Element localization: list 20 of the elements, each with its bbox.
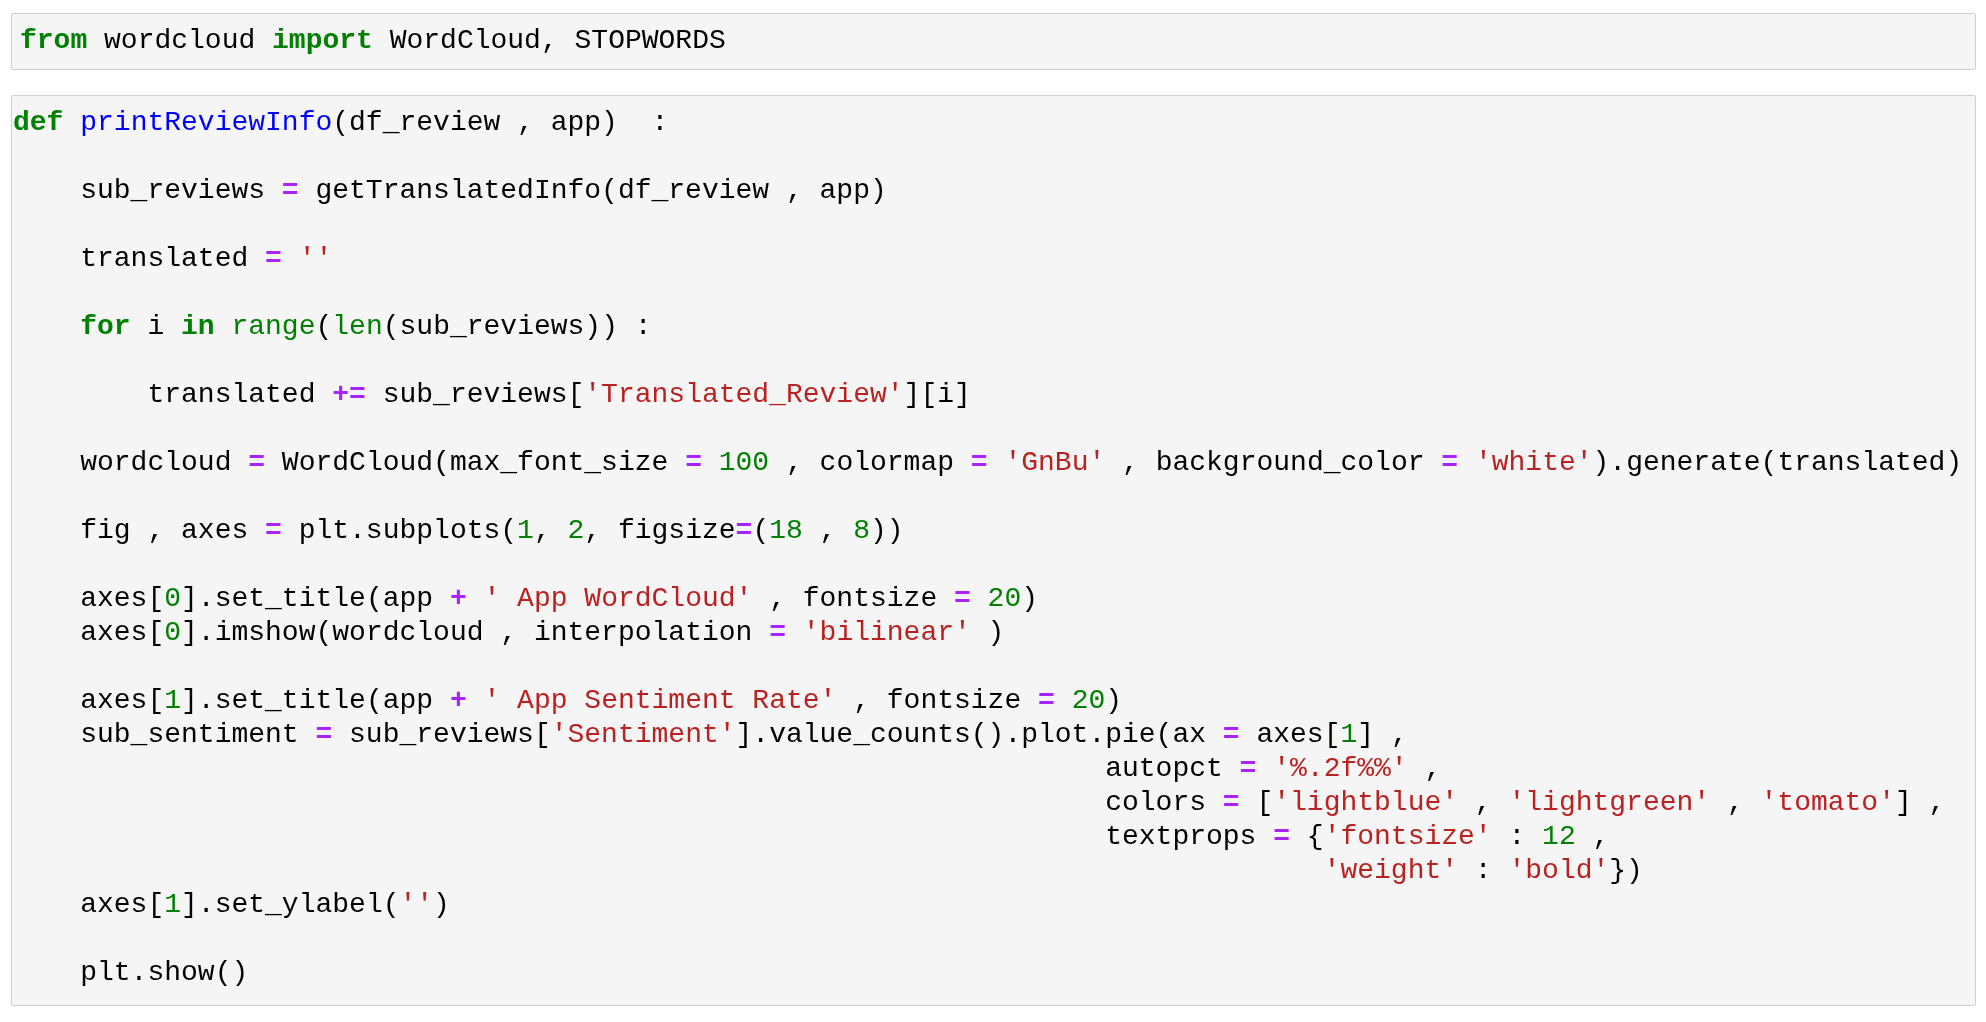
code-line: translated += sub_reviews['Translated_Review'][i] — [146, 378, 971, 412]
code-line: fig , axes = plt.subplots(1, 2, figsize=(18 , 8)) — [79, 514, 904, 548]
code-line: wordcloud = WordCloud(max_font_size = 100 , colormap = 'GnBu' , background_color = 'white').generate(translated) — [79, 446, 1963, 480]
code-line: from wordcloud import WordCloud, STOPWORDS — [20, 24, 726, 58]
code-line: axes[0].imshow(wordcloud , interpolation = 'bilinear' ) — [79, 616, 1005, 650]
code-cell[interactable] — [11, 95, 1976, 1006]
code-line: autopct = '%.2f%%' , — [1104, 752, 1442, 786]
code-line: translated = '' — [79, 242, 333, 276]
code-line: textprops = {'fontsize' : 12 , — [1104, 820, 1610, 854]
code-line: axes[1].set_title(app + ' App Sentiment Rate' , fontsize = 20) — [79, 684, 1123, 718]
code-line: colors = ['lightblue' , 'lightgreen' , 'tomato'] , — [1104, 786, 1946, 820]
code-line: sub_sentiment = sub_reviews['Sentiment'].value_counts().plot.pie(ax = axes[1] , — [79, 718, 1408, 752]
code-line: axes[1].set_ylabel('') — [79, 888, 450, 922]
code-line: axes[0].set_title(app + ' App WordCloud' , fontsize = 20) — [79, 582, 1039, 616]
code-line: def printReviewInfo(df_review , app) : — [13, 106, 669, 140]
code-line: for i in range(len(sub_reviews)) : — [79, 310, 652, 344]
code-line: sub_reviews = getTranslatedInfo(df_review , app) — [79, 174, 887, 208]
code-line: plt.show() — [79, 956, 249, 990]
code-cell[interactable]: from wordcloud import WordCloud, STOPWORDS — [11, 13, 1976, 70]
code-line: 'weight' : 'bold'}) — [1322, 854, 1643, 888]
